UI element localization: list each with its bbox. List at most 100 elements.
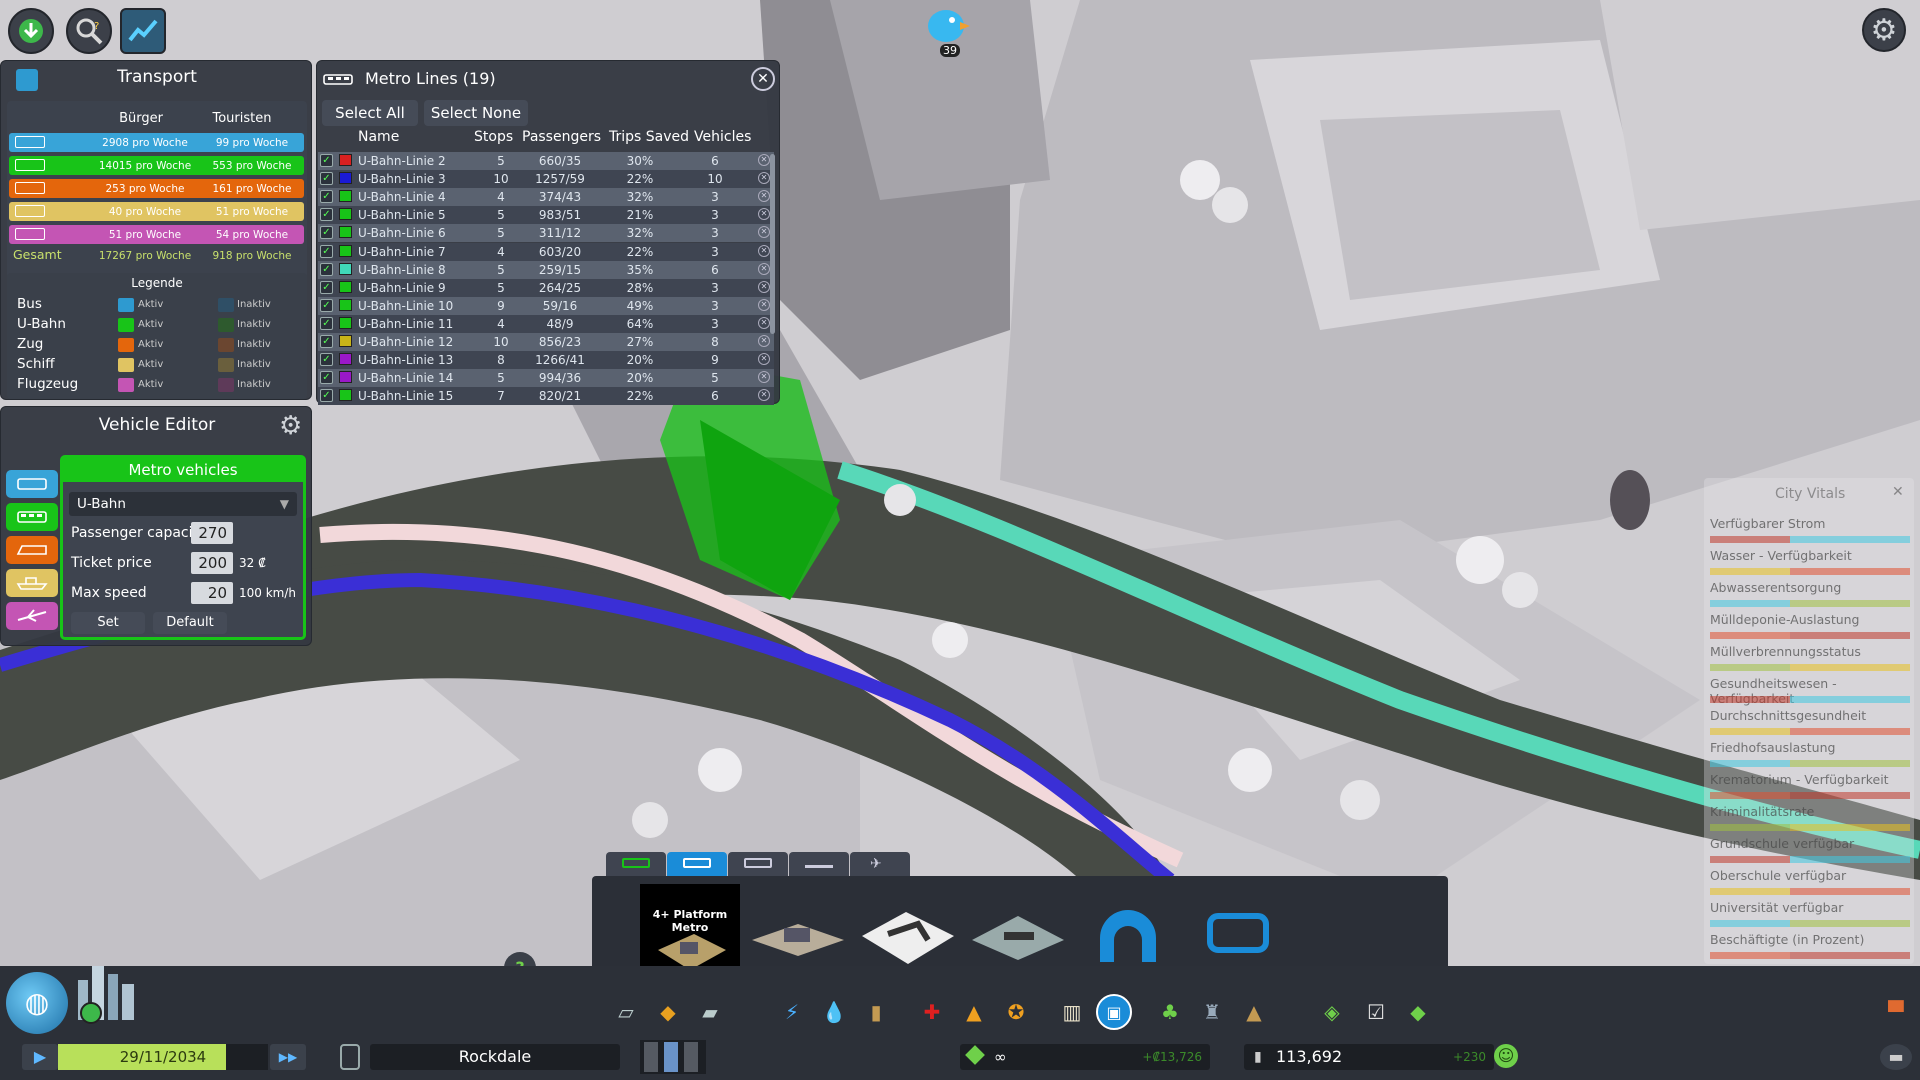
delete-line-icon[interactable]: ✕ <box>758 208 770 221</box>
metro-line-row[interactable]: ✓ U-Bahn-Linie 13 8 1266/41 20% 9 ✕ <box>318 351 774 370</box>
line-name[interactable]: U-Bahn-Linie 6 <box>358 226 446 240</box>
delete-line-icon[interactable]: ✕ <box>758 154 770 166</box>
default-button[interactable]: Default <box>153 612 227 634</box>
public-transport-button[interactable]: ▣ <box>1096 994 1132 1030</box>
line-name[interactable]: U-Bahn-Linie 2 <box>358 154 446 168</box>
close-metro-lines-button[interactable]: ✕ <box>751 67 775 91</box>
metro-line-row[interactable]: ✓ U-Bahn-Linie 14 5 994/36 20% 5 ✕ <box>318 369 774 388</box>
landscaping-button[interactable]: ▲ <box>1238 996 1270 1028</box>
line-name[interactable]: U-Bahn-Linie 9 <box>358 281 446 295</box>
line-checkbox[interactable]: ✓ <box>320 190 333 204</box>
header-name[interactable]: Name <box>358 129 399 145</box>
metro-line-row[interactable]: ✓ U-Bahn-Linie 4 4 374/43 32% 3 ✕ <box>318 188 774 207</box>
max-speed-input[interactable]: 20 <box>191 582 233 604</box>
city-vitals-close-button[interactable]: ✕ <box>1892 484 1904 500</box>
vehicle-editor-settings-button[interactable]: ⚙ <box>279 411 302 441</box>
delete-line-icon[interactable]: ✕ <box>758 172 770 185</box>
metro-line-row[interactable]: ✓ U-Bahn-Linie 12 10 856/23 27% 8 ✕ <box>318 333 774 351</box>
line-checkbox[interactable]: ✓ <box>320 316 333 330</box>
delete-line-icon[interactable]: ✕ <box>758 244 770 257</box>
capacity-input[interactable]: 270 <box>191 522 233 544</box>
vehicle-tab-bus[interactable] <box>6 470 58 498</box>
metro-line-row[interactable]: ✓ U-Bahn-Linie 8 5 259/15 35% 6 ✕ <box>318 260 774 279</box>
line-checkbox[interactable]: ✓ <box>320 335 333 348</box>
pause-indicator[interactable] <box>340 1044 360 1070</box>
line-checkbox[interactable]: ✓ <box>320 298 333 312</box>
line-checkbox[interactable]: ✓ <box>320 280 333 294</box>
metro-line-row[interactable]: ✓ U-Bahn-Linie 7 4 603/20 22% 3 ✕ <box>318 242 774 261</box>
builder-tab-ship[interactable] <box>789 852 849 876</box>
delete-line-icon[interactable]: ✕ <box>758 353 770 366</box>
vehicle-tab-ship[interactable] <box>6 569 58 597</box>
fire-button[interactable]: ▲ <box>958 996 990 1028</box>
delete-line-icon[interactable]: ✕ <box>758 280 770 293</box>
line-checkbox[interactable]: ✓ <box>320 371 333 385</box>
metro-line-row[interactable]: ✓ U-Bahn-Linie 6 5 311/12 32% 3 ✕ <box>318 224 774 243</box>
info-views-button[interactable]: ? <box>66 8 112 54</box>
delete-line-icon[interactable]: ✕ <box>758 389 770 402</box>
delete-line-icon[interactable]: ✕ <box>758 190 770 203</box>
header-stops[interactable]: Stops <box>474 129 513 145</box>
city-globe-button[interactable]: ◍ <box>6 972 68 1034</box>
statistics-button[interactable] <box>120 8 166 54</box>
line-name[interactable]: U-Bahn-Linie 15 <box>358 389 453 403</box>
line-checkbox[interactable]: ✓ <box>320 244 333 258</box>
metro-list-scrollbar[interactable] <box>770 154 775 334</box>
vehicle-dropdown[interactable]: U-Bahn ▼ <box>69 492 297 516</box>
builder-tab-metro[interactable] <box>667 852 727 876</box>
metro-line-row[interactable]: ✓ U-Bahn-Linie 2 5 660/35 30% 6 ✕ <box>318 152 774 170</box>
garbage-button[interactable]: ▮ <box>860 996 892 1028</box>
vehicle-tab-plane[interactable] <box>6 602 58 630</box>
parks-button[interactable]: ♣ <box>1154 996 1186 1028</box>
line-name[interactable]: U-Bahn-Linie 3 <box>358 172 446 186</box>
settings-button[interactable]: ⚙ <box>1862 8 1906 52</box>
line-checkbox[interactable]: ✓ <box>320 389 333 403</box>
select-none-button[interactable]: Select None <box>424 100 528 126</box>
line-name[interactable]: U-Bahn-Linie 10 <box>358 299 453 313</box>
delete-line-icon[interactable]: ✕ <box>758 298 770 311</box>
header-vehicles[interactable]: Vehicles <box>694 129 751 145</box>
line-checkbox[interactable]: ✓ <box>320 353 333 367</box>
metro-line-row[interactable]: ✓ U-Bahn-Linie 9 5 264/25 28% 3 ✕ <box>318 278 774 297</box>
set-button[interactable]: Set <box>71 612 145 634</box>
vehicle-tab-train[interactable] <box>6 536 58 564</box>
metro-line-row[interactable]: ✓ U-Bahn-Linie 3 10 1257/59 22% 10 ✕ <box>318 170 774 189</box>
line-name[interactable]: U-Bahn-Linie 11 <box>358 317 453 331</box>
line-checkbox[interactable]: ✓ <box>320 172 333 186</box>
city-name[interactable]: Rockdale <box>370 1044 620 1070</box>
line-name[interactable]: U-Bahn-Linie 8 <box>358 263 446 277</box>
districts-tool-button[interactable]: ▰ <box>694 996 726 1028</box>
metro-line-row[interactable]: ✓ U-Bahn-Linie 10 9 59/16 49% 3 ✕ <box>318 296 774 315</box>
area-button[interactable]: ◆ <box>1402 996 1434 1028</box>
vehicle-tab-metro[interactable] <box>6 503 58 531</box>
delete-line-icon[interactable]: ✕ <box>758 226 770 239</box>
police-button[interactable]: ✪ <box>1000 996 1032 1028</box>
zoning-tool-button[interactable]: ◆ <box>652 996 684 1028</box>
delete-line-icon[interactable]: ✕ <box>758 316 770 329</box>
line-name[interactable]: U-Bahn-Linie 14 <box>358 371 453 385</box>
electricity-button[interactable]: ⚡ <box>776 996 808 1028</box>
delete-line-icon[interactable]: ✕ <box>758 335 770 347</box>
builder-tab-train[interactable] <box>728 852 788 876</box>
money-button[interactable]: ◈ <box>1316 996 1348 1028</box>
line-checkbox[interactable]: ✓ <box>320 226 333 240</box>
line-name[interactable]: U-Bahn-Linie 7 <box>358 245 446 259</box>
header-trips-saved[interactable]: Trips Saved <box>609 129 689 145</box>
play-button[interactable]: ▶ <box>22 1044 58 1070</box>
select-all-button[interactable]: Select All <box>322 100 418 126</box>
delete-line-icon[interactable]: ✕ <box>758 371 770 384</box>
unique-buildings-button[interactable]: ♜ <box>1196 996 1228 1028</box>
happiness-button[interactable]: ☺ <box>1494 1044 1518 1068</box>
screenshot-button[interactable]: ▬ <box>1880 1044 1912 1070</box>
water-button[interactable]: 💧 <box>818 996 850 1028</box>
line-checkbox[interactable]: ✓ <box>320 262 333 276</box>
ticket-price-input[interactable]: 200 <box>191 552 233 574</box>
line-name[interactable]: U-Bahn-Linie 4 <box>358 190 446 204</box>
policies-button[interactable]: ☑ <box>1360 996 1392 1028</box>
metro-line-row[interactable]: ✓ U-Bahn-Linie 5 5 983/51 21% 3 ✕ <box>318 206 774 225</box>
unlock-menu-button[interactable] <box>8 8 54 54</box>
healthcare-button[interactable]: ✚ <box>916 996 948 1028</box>
line-name[interactable]: U-Bahn-Linie 12 <box>358 335 453 349</box>
line-name[interactable]: U-Bahn-Linie 13 <box>358 353 453 367</box>
bulldozer-button[interactable]: ▀ <box>1880 996 1912 1028</box>
